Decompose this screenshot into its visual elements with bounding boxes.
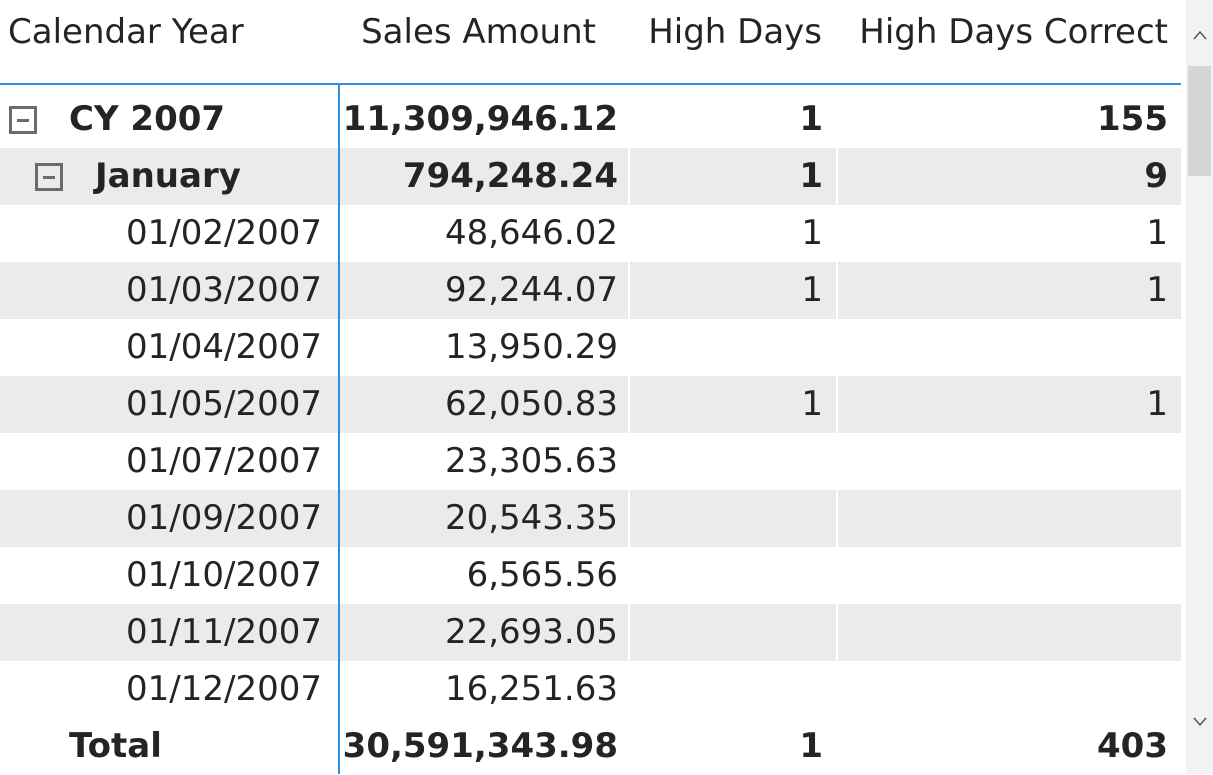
row-sales-amount: 23,305.63 (444, 441, 618, 481)
cell-divider (836, 604, 838, 661)
row-date: 01/12/2007 (126, 669, 322, 709)
row-date: 01/11/2007 (126, 612, 322, 652)
row-high-days: 1 (801, 270, 823, 310)
year-row: CY 2007 11,309,946.12 1 155 (0, 91, 1181, 148)
scrollbar-thumb[interactable] (1188, 66, 1211, 176)
row-date: 01/07/2007 (126, 441, 322, 481)
table-row: 01/05/2007 62,050.83 1 1 (0, 376, 1181, 433)
total-sales-amount: 30,591,343.98 (342, 726, 618, 766)
row-high-days: 1 (801, 213, 823, 253)
row-high-days (630, 661, 823, 718)
cell-divider (836, 376, 838, 433)
row-high-days-correct: 1 (1146, 384, 1168, 424)
row-high-days: 1 (801, 384, 823, 424)
row-sales-amount: 48,646.02 (444, 213, 618, 253)
row-sales-amount: 13,950.29 (444, 327, 618, 367)
row-date: 01/10/2007 (126, 555, 322, 595)
month-label: January (95, 156, 241, 196)
table-row: 01/03/2007 92,244.07 1 1 (0, 262, 1181, 319)
row-high-days-correct: 1 (1146, 270, 1168, 310)
table-row: 01/11/2007 22,693.05 (0, 604, 1181, 661)
row-high-days (630, 319, 823, 376)
header-divider (0, 83, 1181, 85)
column-header-calendar-year[interactable]: Calendar Year (8, 0, 346, 64)
column-header-sales-amount[interactable]: Sales Amount (340, 0, 596, 64)
year-label: CY 2007 (69, 99, 226, 139)
month-high-days-correct: 9 (1144, 156, 1168, 196)
table-row: 01/10/2007 6,565.56 (0, 547, 1181, 604)
column-header-high-days[interactable]: High Days (640, 0, 822, 64)
row-high-days (630, 604, 823, 661)
row-sales-amount: 20,543.35 (444, 498, 618, 538)
total-row: Total 30,591,343.98 1 403 (0, 718, 1181, 775)
year-high-days-correct: 155 (1097, 99, 1168, 139)
row-high-days-correct (838, 490, 1168, 547)
total-high-days-correct: 403 (1097, 726, 1168, 766)
row-high-days-correct (838, 661, 1168, 718)
month-sales-amount: 794,248.24 (402, 156, 618, 196)
year-high-days: 1 (799, 99, 823, 139)
row-high-days-correct (838, 604, 1168, 661)
row-date: 01/03/2007 (126, 270, 322, 310)
vertical-scrollbar[interactable] (1186, 0, 1213, 774)
cell-divider (836, 490, 838, 547)
table-row: 01/07/2007 23,305.63 (0, 433, 1181, 490)
row-high-days-correct: 1 (1146, 213, 1168, 253)
cell-divider (628, 490, 630, 547)
chevron-down-icon[interactable] (1186, 705, 1213, 735)
year-row-header: CY 2007 (0, 91, 338, 148)
table-row: 01/09/2007 20,543.35 (0, 490, 1181, 547)
row-date: 01/05/2007 (126, 384, 322, 424)
matrix-visual: Calendar Year Sales Amount High Days Hig… (0, 0, 1181, 774)
row-date: 01/04/2007 (126, 327, 322, 367)
total-label: Total (69, 726, 162, 766)
cell-divider (628, 376, 630, 433)
collapse-icon[interactable] (9, 106, 37, 134)
row-high-days (630, 490, 823, 547)
column-header-row: Calendar Year Sales Amount High Days Hig… (0, 0, 1181, 64)
cell-divider (836, 262, 838, 319)
row-sales-amount: 16,251.63 (444, 669, 618, 709)
table-row: 01/04/2007 13,950.29 (0, 319, 1181, 376)
month-row: January 794,248.24 1 9 (0, 148, 1181, 205)
row-date: 01/02/2007 (126, 213, 322, 253)
cell-divider (836, 148, 838, 205)
table-row: 01/02/2007 48,646.02 1 1 (0, 205, 1181, 262)
month-high-days: 1 (799, 156, 823, 196)
row-high-days (630, 547, 823, 604)
year-sales-amount: 11,309,946.12 (342, 99, 618, 139)
row-high-days-correct (838, 547, 1168, 604)
row-high-days (630, 433, 823, 490)
chevron-up-icon[interactable] (1186, 18, 1213, 48)
table-row: 01/12/2007 16,251.63 (0, 661, 1181, 718)
column-header-high-days-correct[interactable]: High Days Correct (848, 0, 1168, 64)
total-row-header: Total (0, 718, 338, 775)
cell-divider (628, 262, 630, 319)
row-sales-amount: 62,050.83 (444, 384, 618, 424)
cell-divider (628, 148, 630, 205)
row-high-days-correct (838, 433, 1168, 490)
month-row-header: January (0, 148, 338, 205)
row-sales-amount: 22,693.05 (444, 612, 618, 652)
row-date: 01/09/2007 (126, 498, 322, 538)
cell-divider (628, 604, 630, 661)
row-header-divider (338, 85, 340, 774)
collapse-icon[interactable] (35, 163, 63, 191)
row-sales-amount: 92,244.07 (444, 270, 618, 310)
row-sales-amount: 6,565.56 (466, 555, 618, 595)
total-high-days: 1 (799, 726, 823, 766)
row-high-days-correct (838, 319, 1168, 376)
